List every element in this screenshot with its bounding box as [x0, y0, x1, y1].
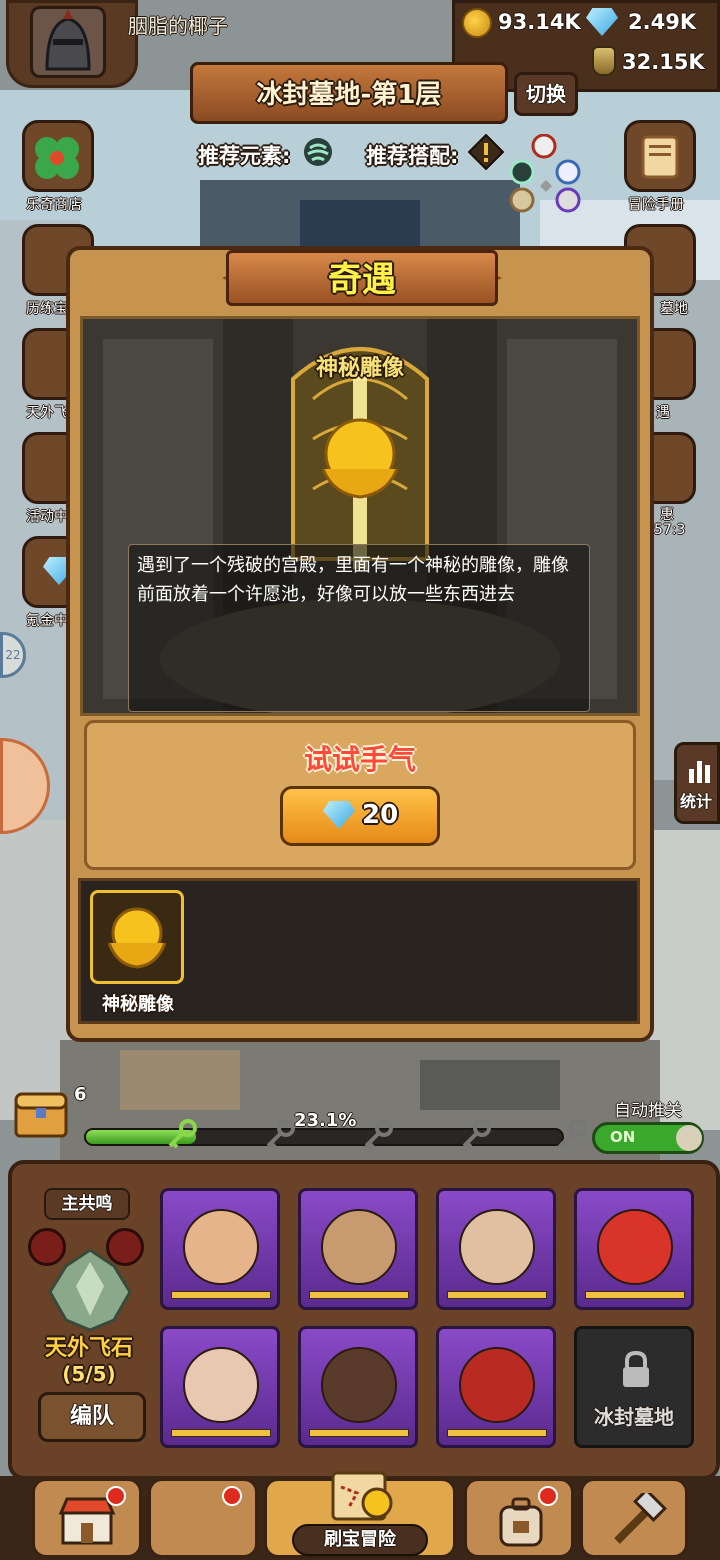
key-icon: [462, 1119, 491, 1149]
nav-active-label: 刷宝冒险: [292, 1524, 428, 1556]
formation-button[interactable]: 编队: [38, 1392, 146, 1442]
gold-amount: 93.14K: [498, 10, 581, 34]
key-icon: [558, 1119, 587, 1149]
hero-portrait: [597, 1209, 673, 1285]
bar-chart-icon: [689, 761, 710, 783]
backpack-icon: [499, 1497, 543, 1547]
nav-shop-button[interactable]: [32, 1478, 142, 1558]
element-combo-diagram-icon: [509, 134, 581, 213]
team-count: (5/5): [62, 1362, 116, 1386]
side-button-shop[interactable]: [22, 120, 94, 192]
hero-level-bar: [309, 1429, 409, 1437]
event-name: 神秘雕像: [315, 356, 404, 381]
hero-card[interactable]: [436, 1188, 556, 1310]
side-label-events: 活动中: [26, 509, 68, 525]
stage-progress-percent: 23.1%: [294, 1110, 357, 1131]
hero-card[interactable]: [298, 1188, 418, 1310]
hero-portrait: [321, 1209, 397, 1285]
clover-icon: [35, 137, 79, 179]
hero-portrait: [459, 1209, 535, 1285]
recommend-element-label: 推荐元素:: [198, 144, 291, 168]
nav-heroes-button[interactable]: [148, 1478, 258, 1558]
hero-card[interactable]: [160, 1326, 280, 1448]
diamond-icon: [323, 801, 355, 829]
try-luck-cost: 20: [362, 800, 399, 830]
auto-advance-label: 自动推关: [614, 1101, 682, 1121]
side-button-adventure-manual[interactable]: [624, 120, 696, 192]
potion-amount: 32.15K: [622, 50, 705, 74]
treasure-map-icon: [331, 1471, 393, 1521]
wind-element-icon: [304, 138, 332, 166]
event-description-box: 遇到了一个残破的宫殿，里面有一个神秘的雕像，雕像前面放着一个许愿池，好像可以放一…: [128, 544, 590, 712]
hero-portrait: [183, 1209, 259, 1285]
gold-coin-icon: [462, 8, 492, 38]
key-icon: [266, 1119, 295, 1149]
level-title: 冰封墓地-第1层: [256, 80, 442, 110]
notification-dot: [106, 1486, 126, 1506]
hammer-icon: [614, 1493, 667, 1544]
side-label-training: 历练宝: [26, 301, 68, 317]
hero-card[interactable]: [436, 1326, 556, 1448]
main-resonance-label: 主共鸣: [44, 1188, 130, 1220]
reward-label: 神秘雕像: [102, 994, 174, 1015]
hero-level-bar: [171, 1291, 271, 1299]
toggle-knob: [676, 1125, 702, 1151]
warning-icon[interactable]: [468, 134, 504, 170]
side-label-graveyard: 墓地: [660, 301, 688, 317]
hero-level-bar: [171, 1429, 271, 1437]
try-luck-title: 试试手气: [303, 743, 416, 776]
key-icon: [364, 1119, 393, 1149]
recommend-combo-label: 推荐搭配:: [366, 144, 459, 168]
golden-statue-icon: [107, 907, 167, 969]
offer-timer: 57:3: [654, 522, 686, 538]
modal-title: 奇遇: [328, 260, 396, 300]
side-label-adventure-manual: 冒险手册: [628, 197, 684, 213]
diamond-amount: 2.49K: [628, 10, 697, 34]
nav-bag-button[interactable]: [464, 1478, 574, 1558]
hero-card[interactable]: [298, 1326, 418, 1448]
treasure-chest-icon[interactable]: [6, 1084, 76, 1146]
event-description: 遇到了一个残破的宫殿，里面有一个神秘的雕像，雕像前面放着一个许愿池，好像可以放一…: [137, 555, 569, 605]
hero-card[interactable]: [160, 1188, 280, 1310]
meteor-stone-icon: [48, 1248, 132, 1332]
key-icon: [168, 1119, 197, 1149]
side-label-meteor: 天外飞: [26, 405, 68, 421]
reward-item-statue[interactable]: [90, 890, 184, 984]
switch-level-button[interactable]: 切换: [514, 72, 578, 116]
side-label-encounter: 遇: [656, 405, 670, 421]
notification-dot: [538, 1486, 558, 1506]
stats-label: 统计: [680, 792, 713, 811]
knight-helmet-icon: [45, 9, 91, 71]
hero-level-bar: [447, 1291, 547, 1299]
toggle-state: ON: [610, 1128, 636, 1146]
hero-level-bar: [309, 1291, 409, 1299]
hero-portrait: [459, 1347, 535, 1423]
lock-icon: [623, 1350, 649, 1387]
player-avatar[interactable]: [30, 6, 106, 78]
side-label-recharge: 氪金中: [26, 613, 68, 629]
hero-level-bar: [585, 1291, 685, 1299]
try-luck-button[interactable]: [280, 786, 440, 846]
nav-forge-button[interactable]: [580, 1478, 688, 1558]
locked-hero-slot[interactable]: 冰封墓地: [574, 1326, 694, 1448]
notification-dot: [222, 1486, 242, 1506]
side-label-shop: 乐奇商店: [26, 197, 82, 213]
potion-icon: [592, 46, 616, 76]
locked-slot-label: 冰封墓地: [594, 1405, 674, 1429]
side-label-offer: 惠: [660, 507, 674, 523]
hero-portrait: [321, 1347, 397, 1423]
player-name: 胭脂的椰子: [128, 14, 228, 38]
chest-count: 6: [74, 1084, 87, 1105]
hero-level-bar: [447, 1429, 547, 1437]
team-name: 天外飞石: [44, 1336, 133, 1361]
scroll-icon: [641, 135, 679, 179]
hero-card[interactable]: [574, 1188, 694, 1310]
hero-portrait: [183, 1347, 259, 1423]
